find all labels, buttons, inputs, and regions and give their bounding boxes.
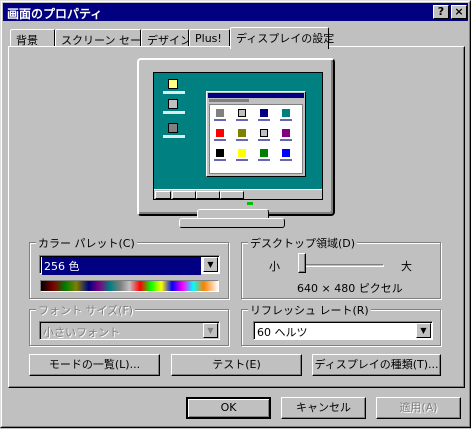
- preview-window-menu: [209, 99, 249, 102]
- color-palette-value: 256 色: [42, 257, 201, 275]
- control-icon: [260, 149, 268, 157]
- control-caption: [214, 139, 226, 141]
- control-caption: [280, 139, 292, 141]
- recycle-bin-icon: [168, 123, 178, 133]
- chevron-down-icon[interactable]: ▼: [416, 323, 431, 338]
- chevron-down-icon[interactable]: ▼: [203, 323, 218, 338]
- monitor-stand-base: [179, 218, 285, 228]
- font-size-label: フォント サイズ(F): [36, 302, 136, 318]
- preview-taskbar: [154, 189, 322, 199]
- preview-task-button: [220, 191, 244, 199]
- monitor-preview: [137, 58, 335, 216]
- color-palette-preview: [40, 280, 219, 292]
- font-size-select[interactable]: 小さいフォント ▼: [39, 321, 220, 340]
- mode-list-button[interactable]: モードの一覧(L)...: [29, 354, 160, 376]
- control-caption: [258, 159, 270, 161]
- display-properties-window: 画面のプロパティ ? × 背景 スクリーン セーバー デザイン Plus! ディ…: [0, 0, 471, 428]
- icon-caption: [163, 135, 185, 138]
- refresh-rate-label: リフレッシュ レート(R): [248, 302, 371, 318]
- test-button[interactable]: テスト(E): [171, 354, 302, 376]
- control-icon: [238, 109, 246, 117]
- power-led: [247, 202, 253, 205]
- font-size-value: 小さいフォント: [43, 326, 120, 339]
- network-icon: [168, 99, 178, 109]
- control-icon: [282, 109, 290, 117]
- my-computer-icon: [168, 79, 178, 89]
- refresh-rate-value: 60 ヘルツ: [257, 326, 308, 339]
- resolution-slider-thumb[interactable]: [298, 253, 306, 273]
- control-caption: [236, 139, 248, 141]
- resolution-slider-track[interactable]: [298, 264, 384, 267]
- desktop-preview: [153, 72, 323, 200]
- slider-max-label: 大: [401, 260, 412, 273]
- control-icon: [216, 149, 224, 157]
- color-palette-label: カラー パレット(C): [36, 235, 137, 251]
- color-palette-select[interactable]: 256 色 ▼: [39, 255, 220, 275]
- preview-window-body: [209, 104, 303, 174]
- apply-button[interactable]: 適用(A): [376, 397, 461, 419]
- control-icon: [282, 149, 290, 157]
- control-caption: [236, 159, 248, 161]
- preview-window: [206, 91, 306, 177]
- slider-min-label: 小: [269, 260, 280, 273]
- ok-button[interactable]: OK: [186, 397, 271, 419]
- control-caption: [214, 119, 226, 121]
- control-icon: [216, 109, 224, 117]
- control-icon: [260, 129, 268, 137]
- control-caption: [236, 119, 248, 121]
- desktop-area-label: デスクトップ領域(D): [248, 235, 358, 251]
- preview-task-button: [196, 191, 220, 199]
- control-caption: [258, 119, 270, 121]
- resolution-readout: 640 × 480 ピクセル: [297, 282, 403, 295]
- icon-caption: [163, 91, 185, 94]
- preview-start-button: [155, 191, 171, 199]
- chevron-down-icon[interactable]: ▼: [203, 257, 218, 272]
- control-icon: [238, 129, 246, 137]
- icon-caption: [163, 111, 185, 114]
- control-caption: [280, 119, 292, 121]
- preview-window-titlebar: [208, 93, 304, 98]
- control-icon: [282, 129, 290, 137]
- control-icon: [216, 129, 224, 137]
- control-caption: [258, 139, 270, 141]
- control-icon: [238, 149, 246, 157]
- panel-content: カラー パレット(C) 256 色 ▼ デスクトップ領域(D) 小 大 640 …: [1, 1, 471, 429]
- refresh-rate-select[interactable]: 60 ヘルツ ▼: [253, 321, 433, 340]
- display-type-button[interactable]: ディスプレイの種類(T)...: [312, 354, 441, 376]
- control-icon: [260, 109, 268, 117]
- preview-task-button: [172, 191, 196, 199]
- control-caption: [280, 159, 292, 161]
- cancel-button[interactable]: キャンセル: [281, 397, 366, 419]
- control-caption: [214, 159, 226, 161]
